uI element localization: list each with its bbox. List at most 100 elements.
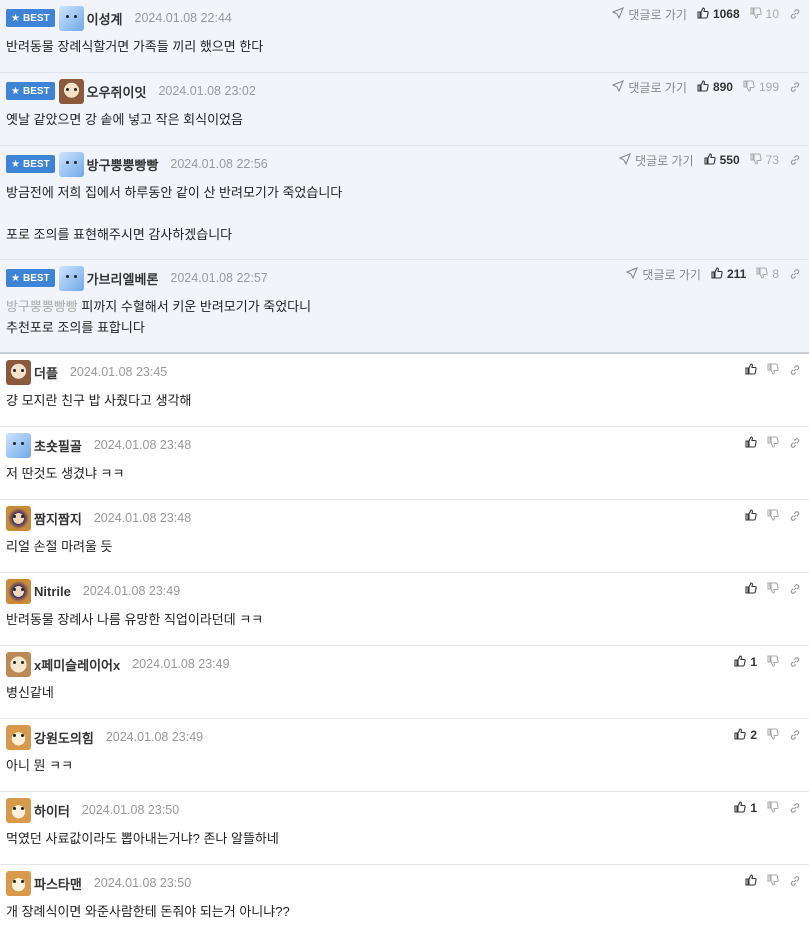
go-to-reply-button[interactable]: 댓글로 가기 [612,79,687,96]
upvote-button[interactable] [745,873,757,889]
avatar[interactable] [6,432,31,458]
reply-label: 댓글로 가기 [628,80,687,95]
comment-header: Nitrile 2024.01.08 23:49 [6,573,801,609]
nickname[interactable]: 초숏필골 [34,436,82,455]
avatar[interactable] [6,359,31,385]
comment-actions [745,358,801,382]
nickname[interactable]: 가브리엘베론 [87,269,159,288]
downvote-button[interactable]: 73 [750,152,779,168]
nickname[interactable]: 강원도의힘 [34,728,94,747]
comment: 더플 2024.01.08 23:45 걍 모지란 친구 밥 사줬다고 생각해 [0,354,809,427]
avatar[interactable] [6,651,31,677]
link-icon[interactable] [789,510,801,522]
avatar[interactable] [6,724,31,750]
upvote-button[interactable] [745,508,757,524]
downvote-button[interactable] [767,508,779,524]
timestamp: 2024.01.08 22:56 [170,157,268,171]
nickname[interactable]: 방구뿡뿡빵빵 [87,155,159,174]
comment-actions [745,577,801,601]
downvote-button[interactable] [767,581,779,597]
upvote-button[interactable]: 1068 [697,6,740,22]
link-icon[interactable] [789,81,801,93]
comment-header: ★ BEST 가브리엘베론 2024.01.08 22:57 댓글로 가기 211 8 [6,260,801,296]
upvote-button[interactable]: 550 [704,152,740,168]
nickname[interactable]: 오우쥐이잇 [87,82,147,101]
thumbs-up-icon [734,654,746,670]
thumbs-up-icon [711,266,723,282]
downvote-button[interactable] [767,727,779,743]
downvote-button[interactable] [767,873,779,889]
avatar[interactable] [58,78,84,104]
comment-body: 저 딴것도 생겼냐 ㅋㅋ [6,463,801,484]
comment-body: 먹였던 사료값이라도 뽑아내는거냐? 존나 알뜰하네 [6,828,801,849]
downvote-button[interactable] [767,435,779,451]
timestamp: 2024.01.08 23:45 [69,365,168,379]
upvote-button[interactable]: 2 [734,727,757,743]
upvote-button[interactable] [745,581,757,597]
downvote-count: 8 [772,267,779,281]
upvote-button[interactable]: 1 [734,654,757,670]
comment-body: 개 장례식이면 와준사람한테 돈줘야 되는거 아니냐?? [6,901,801,922]
nickname[interactable]: 파스타맨 [34,874,82,893]
comment-header: ★ BEST 방구뿡뿡빵빵 2024.01.08 22:56 댓글로 가기 550 73 [6,146,801,182]
comment-line: 옛날 같았으면 강 솥에 넣고 작은 회식이었음 [6,109,801,130]
avatar[interactable] [6,578,31,604]
upvote-count: 1 [750,655,757,669]
link-icon[interactable] [789,154,801,166]
nickname[interactable]: Nitrile [34,584,71,599]
link-icon[interactable] [789,268,801,280]
downvote-button[interactable] [767,654,779,670]
avatar[interactable] [58,5,84,31]
upvote-button[interactable]: 890 [697,79,733,95]
downvote-button[interactable]: 199 [743,79,779,95]
upvote-button[interactable]: 211 [711,266,747,282]
nickname[interactable]: 더플 [34,363,58,382]
avatar[interactable] [6,797,31,823]
link-icon[interactable] [789,802,801,814]
link-icon[interactable] [789,8,801,20]
comment-actions [745,504,801,528]
nickname[interactable]: x페미슬레이어x [34,655,120,674]
link-icon[interactable] [789,656,801,668]
avatar-face [12,514,25,519]
downvote-button[interactable] [767,362,779,378]
best-comment: ★ BEST 오우쥐이잇 2024.01.08 23:02 댓글로 가기 890 199 옛날… [0,73,809,146]
upvote-button[interactable]: 1 [734,800,757,816]
comment-text: 반려동물 장례식할거면 가족들 끼리 했으면 한다 [6,39,264,54]
avatar[interactable] [6,870,31,896]
comment-line [6,203,801,224]
avatar[interactable] [6,505,31,531]
upvote-count: 1068 [712,7,740,21]
go-to-reply-button[interactable]: 댓글로 가기 [612,6,687,23]
avatar-face [12,806,25,811]
timestamp: 2024.01.08 22:57 [170,271,268,285]
link-icon[interactable] [789,583,801,595]
nickname[interactable]: 하이터 [34,801,70,820]
upvote-button[interactable] [745,362,757,378]
downvote-count: 199 [758,80,779,94]
link-icon[interactable] [789,437,801,449]
go-to-reply-button[interactable]: 댓글로 가기 [619,152,694,169]
thumbs-down-icon [767,654,779,670]
link-icon[interactable] [789,729,801,741]
upvote-count: 211 [726,267,747,281]
downvote-button[interactable]: 8 [756,266,779,282]
downvote-button[interactable] [767,800,779,816]
avatar[interactable] [58,265,84,291]
avatar-face [12,441,25,446]
go-to-reply-button[interactable]: 댓글로 가기 [626,266,701,283]
thumbs-down-icon [767,435,779,451]
timestamp: 2024.01.08 23:48 [93,511,192,525]
best-label: BEST [22,85,50,97]
mention-link[interactable]: 방구뿡뿡빵빵 [6,299,78,314]
nickname[interactable]: 짬지짬지 [34,509,82,528]
comment-actions: 댓글로 가기 1068 10 [612,0,801,28]
upvote-button[interactable] [745,435,757,451]
comment: 하이터 2024.01.08 23:50 1 먹였던 사료값이라도 뽑아내는거냐? 존… [0,792,809,865]
avatar[interactable] [58,151,84,177]
link-icon[interactable] [789,364,801,376]
comment-body: 반려동물 장례사 나름 유망한 직업이라던데 ㅋㅋ [6,609,801,630]
downvote-button[interactable]: 10 [750,6,779,22]
nickname[interactable]: 이성계 [87,9,123,28]
link-icon[interactable] [789,875,801,887]
